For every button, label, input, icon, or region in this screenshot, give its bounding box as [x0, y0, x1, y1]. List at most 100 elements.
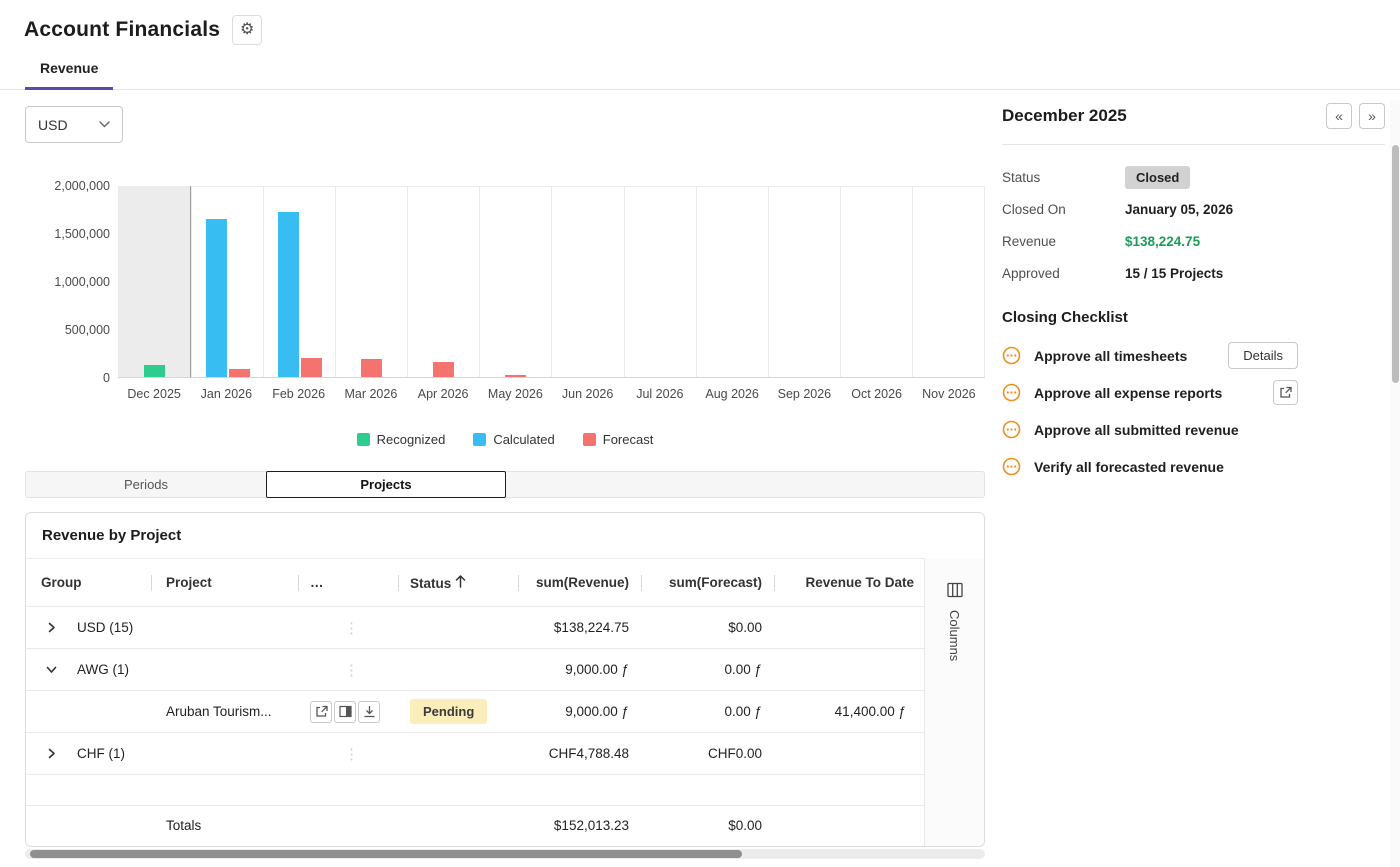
y-axis-tick-label: 1,000,000	[54, 275, 110, 289]
tab-revenue[interactable]: Revenue	[25, 60, 113, 90]
side-panel-icon	[339, 705, 352, 718]
toggle-periods[interactable]: Periods	[26, 472, 266, 497]
field-label: Revenue	[1002, 234, 1125, 249]
sum-forecast-cell: $0.00	[641, 607, 774, 649]
side-panel-button[interactable]	[334, 701, 356, 723]
table-row-group-chf[interactable]: CHF (1) ⋮ CHF4,788.48 CHF0.00	[26, 733, 926, 775]
revenue-by-project-panel: Revenue by Project Group Project …	[25, 512, 985, 847]
column-header-actions[interactable]: …	[298, 559, 398, 607]
vertical-scrollbar-thumb[interactable]	[1392, 145, 1399, 383]
page-title: Account Financials	[24, 18, 220, 42]
totals-revenue-cell: $152,013.23	[518, 806, 641, 846]
previous-period-button[interactable]: «	[1326, 103, 1352, 129]
chart-column-oct-2026	[840, 186, 912, 377]
columns-button[interactable]: Columns	[924, 558, 984, 846]
status-badge-closed: Closed	[1125, 166, 1190, 189]
legend-swatch	[357, 433, 370, 446]
view-toggle: Periods Projects	[25, 471, 985, 498]
double-chevron-left-icon: «	[1335, 109, 1343, 123]
horizontal-scrollbar[interactable]	[25, 849, 985, 859]
chart-column-sep-2026	[768, 186, 840, 377]
tab-bar: Revenue	[0, 60, 1400, 90]
download-button[interactable]	[358, 701, 380, 723]
period-pager: « »	[1326, 103, 1385, 129]
legend-item-calculated[interactable]: Calculated	[473, 432, 554, 447]
totals-label: Totals	[151, 806, 298, 846]
horizontal-scrollbar-thumb[interactable]	[30, 850, 742, 858]
column-header-revenue-to-date[interactable]: Revenue To Date	[774, 559, 926, 607]
x-axis-label: Jul 2026	[624, 387, 696, 401]
approved-value: 15 / 15 Projects	[1125, 266, 1223, 281]
revenue-table: Group Project … Status sum(Revenue)	[26, 558, 926, 846]
column-header-status[interactable]: Status	[398, 559, 518, 607]
chart-y-axis: 2,000,0001,500,0001,000,000500,0000	[25, 186, 110, 378]
settings-button[interactable]: ⚙	[232, 15, 262, 45]
sum-forecast-cell: 0.00 ƒ	[641, 649, 774, 691]
main-content: USD 2,000,0001,500,0001,000,000500,0000 …	[0, 90, 985, 859]
sum-revenue-cell: $138,224.75	[518, 607, 641, 649]
currency-value: USD	[38, 117, 68, 133]
download-icon	[363, 705, 376, 718]
legend-swatch	[583, 433, 596, 446]
totals-forecast-cell: $0.00	[641, 806, 774, 846]
field-label: Closed On	[1002, 202, 1125, 217]
x-axis-label: Apr 2026	[407, 387, 479, 401]
y-axis-tick-label: 1,500,000	[54, 227, 110, 241]
checklist-item-expense-reports: Approve all expense reports	[1002, 379, 1298, 406]
project-name[interactable]: Aruban Tourism...	[151, 691, 298, 733]
toggle-projects[interactable]: Projects	[266, 471, 506, 498]
x-axis-label: Sep 2026	[768, 387, 840, 401]
external-link-icon	[1279, 386, 1292, 399]
chart-bar-forecast	[301, 358, 322, 377]
column-header-sum-forecast[interactable]: sum(Forecast)	[641, 559, 774, 607]
next-period-button[interactable]: »	[1359, 103, 1385, 129]
currency-select[interactable]: USD	[25, 106, 123, 143]
checklist-item-label: Approve all submitted revenue	[1034, 422, 1239, 438]
table-row-group-usd[interactable]: USD (15) ⋮ $138,224.75 $0.00	[26, 607, 926, 649]
chart-column-jul-2026	[624, 186, 696, 377]
chart-bar-recognized	[144, 365, 165, 377]
columns-grid-icon	[947, 582, 963, 598]
field-status: Status Closed	[1002, 161, 1385, 193]
pending-status-icon	[1002, 457, 1021, 476]
column-header-project[interactable]: Project	[151, 559, 298, 607]
chevron-right-icon[interactable]	[46, 622, 57, 633]
closed-on-value: January 05, 2026	[1125, 202, 1233, 217]
chart-column-feb-2026	[263, 186, 335, 377]
x-axis-label: Dec 2025	[118, 387, 190, 401]
column-header-group[interactable]: Group	[26, 559, 151, 607]
period-title: December 2025	[1002, 106, 1127, 126]
checklist-item-submitted-revenue: Approve all submitted revenue	[1002, 416, 1298, 443]
field-approved: Approved 15 / 15 Projects	[1002, 257, 1385, 289]
chart-column-may-2026	[479, 186, 551, 377]
table-header-row: Group Project … Status sum(Revenue)	[26, 559, 926, 607]
x-axis-label: Feb 2026	[263, 387, 335, 401]
vertical-scrollbar[interactable]	[1390, 100, 1400, 867]
sum-revenue-cell: 9,000.00 ƒ	[518, 691, 641, 733]
x-axis-label: Mar 2026	[335, 387, 407, 401]
chevron-right-icon[interactable]	[46, 748, 57, 759]
chevron-down-icon[interactable]	[46, 664, 57, 675]
checklist-item-timesheets: Approve all timesheets Details	[1002, 342, 1298, 369]
table-row-group-awg[interactable]: AWG (1) ⋮ 9,000.00 ƒ 0.00 ƒ	[26, 649, 926, 691]
pending-status-icon	[1002, 383, 1021, 402]
open-project-button[interactable]	[310, 701, 332, 723]
chevron-down-icon	[99, 121, 110, 128]
legend-item-forecast[interactable]: Forecast	[583, 432, 654, 447]
checklist-item-label: Approve all timesheets	[1034, 348, 1187, 364]
status-badge-pending: Pending	[410, 699, 487, 724]
table-row-project-aruban-tourism[interactable]: Aruban Tourism...	[26, 691, 926, 733]
open-expense-reports-button[interactable]	[1273, 380, 1298, 405]
loading-placeholder: ⋮	[298, 662, 359, 679]
legend-item-recognized[interactable]: Recognized	[357, 432, 446, 447]
legend-label: Recognized	[377, 432, 446, 447]
column-header-sum-revenue[interactable]: sum(Revenue)	[518, 559, 641, 607]
revenue-to-date-cell	[774, 733, 926, 775]
details-button[interactable]: Details	[1228, 342, 1298, 369]
period-detail-panel: December 2025 « » Status Closed Closed O…	[1002, 90, 1385, 859]
x-axis-label: Aug 2026	[696, 387, 768, 401]
chart-column-jun-2026	[551, 186, 623, 377]
y-axis-tick-label: 500,000	[65, 323, 110, 337]
revenue-to-date-cell	[774, 607, 926, 649]
chart-bar-forecast	[433, 362, 454, 377]
